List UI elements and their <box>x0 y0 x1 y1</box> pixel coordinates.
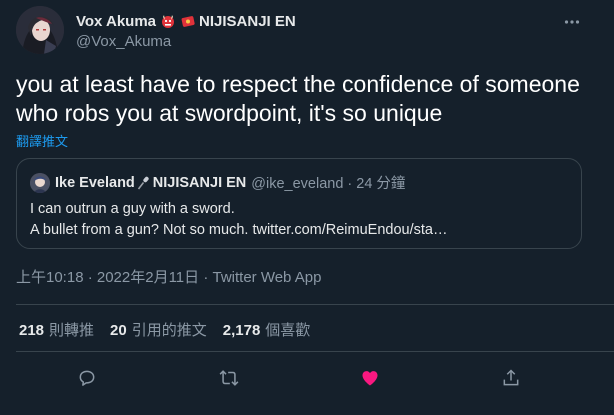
tweet-stats: 218 則轉推 20 引用的推文 2,178 個喜歡 <box>19 319 326 340</box>
more-icon <box>564 20 580 24</box>
quoted-author-affiliation: NIJISANJI EN <box>152 174 247 191</box>
timestamp-link[interactable]: 上午10:18 · 2022年2月11日 · Twitter Web App <box>16 269 321 286</box>
tweet-timestamp: 上午10:18 · 2022年2月11日 · Twitter Web App <box>16 266 321 287</box>
tweet-text: you at least have to respect the confide… <box>16 71 580 126</box>
retweet-button[interactable] <box>214 363 244 393</box>
translate-link[interactable]: 翻譯推文 <box>16 131 68 150</box>
quoted-tweet[interactable]: Ike Eveland NIJISANJI EN @ike_eveland · … <box>16 158 582 249</box>
quoted-author-handle-time: @ike_eveland · 24 分鐘 <box>251 176 406 192</box>
quoted-author-avatar <box>30 172 50 193</box>
oni-mask-icon <box>160 13 176 29</box>
author-name[interactable]: Vox Akuma <box>76 13 156 30</box>
share-button[interactable] <box>496 363 526 393</box>
divider <box>16 304 614 305</box>
quoted-tweet-text: I can outrun a guy with a sword. A bulle… <box>30 199 570 241</box>
author-avatar[interactable] <box>16 6 64 54</box>
quoted-tweet-header: Ike Eveland NIJISANJI EN @ike_eveland · … <box>30 172 405 193</box>
heart-icon <box>362 371 378 386</box>
divider <box>16 351 614 352</box>
retweets-stat[interactable]: 218 則轉推 <box>19 319 94 340</box>
reply-button[interactable] <box>72 363 102 393</box>
author-handle[interactable]: @Vox_Akuma <box>76 33 574 50</box>
tweet: Vox Akuma NIJISANJI EN @Vox_Akuma you at… <box>0 0 614 415</box>
microphone-icon <box>136 175 152 191</box>
quotes-stat[interactable]: 20 引用的推文 <box>110 319 207 340</box>
quoted-author-name: Ike Eveland <box>55 174 135 191</box>
author-name-row[interactable]: Vox Akuma NIJISANJI EN <box>76 11 574 31</box>
share-icon <box>503 369 519 386</box>
author-affiliation: NIJISANJI EN <box>199 12 296 30</box>
likes-stat[interactable]: 2,178 個喜歡 <box>223 319 311 340</box>
retweet-icon <box>219 370 239 386</box>
reply-icon <box>79 370 95 386</box>
tweet-actions <box>0 363 614 393</box>
red-envelope-icon <box>180 13 196 29</box>
tweet-header: Vox Akuma NIJISANJI EN @Vox_Akuma <box>76 11 574 51</box>
like-button[interactable] <box>355 363 385 393</box>
quoted-tweet-line: I can outrun a guy with a sword. <box>30 201 235 217</box>
more-button[interactable] <box>562 12 582 32</box>
quoted-tweet-line: A bullet from a gun? Not so much. twitte… <box>30 222 448 238</box>
